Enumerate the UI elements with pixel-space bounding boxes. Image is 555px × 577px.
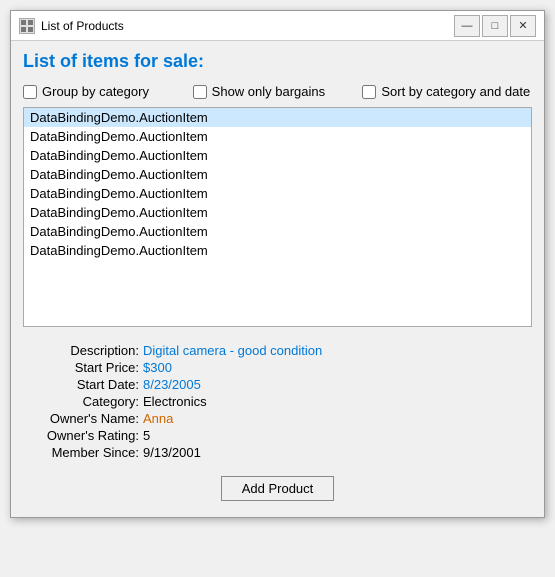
show-only-bargains-label: Show only bargains xyxy=(212,84,325,99)
title-bar-left: List of Products xyxy=(19,18,124,34)
maximize-button[interactable]: □ xyxy=(482,15,508,37)
products-list[interactable]: DataBindingDemo.AuctionItemDataBindingDe… xyxy=(23,107,532,327)
checkboxes-row: Group by category Show only bargains Sor… xyxy=(23,84,532,99)
window-content: List of items for sale: Group by categor… xyxy=(11,41,544,517)
title-bar: List of Products — □ ✕ xyxy=(11,11,544,41)
close-button[interactable]: ✕ xyxy=(510,15,536,37)
start-date-label: Start Date: xyxy=(23,377,143,392)
window-icon xyxy=(19,18,35,34)
owners-rating-value: 5 xyxy=(143,428,532,443)
show-only-bargains-checkbox-item[interactable]: Show only bargains xyxy=(193,84,363,99)
group-by-category-checkbox-item[interactable]: Group by category xyxy=(23,84,193,99)
add-product-button[interactable]: Add Product xyxy=(221,476,335,501)
sort-by-category-and-date-checkbox-item[interactable]: Sort by category and date xyxy=(362,84,532,99)
list-item[interactable]: DataBindingDemo.AuctionItem xyxy=(24,165,531,184)
window-title: List of Products xyxy=(41,19,124,33)
window-controls: — □ ✕ xyxy=(454,15,536,37)
group-by-category-checkbox[interactable] xyxy=(23,85,37,99)
member-since-label: Member Since: xyxy=(23,445,143,460)
category-label: Category: xyxy=(23,394,143,409)
category-value: Electronics xyxy=(143,394,532,409)
list-item[interactable]: DataBindingDemo.AuctionItem xyxy=(24,108,531,127)
sort-by-category-and-date-checkbox[interactable] xyxy=(362,85,376,99)
member-since-value: 9/13/2001 xyxy=(143,445,532,460)
list-item[interactable]: DataBindingDemo.AuctionItem xyxy=(24,146,531,165)
owners-rating-label: Owner's Rating: xyxy=(23,428,143,443)
main-window: List of Products — □ ✕ List of items for… xyxy=(10,10,545,518)
list-item[interactable]: DataBindingDemo.AuctionItem xyxy=(24,241,531,260)
details-section: Description: Digital camera - good condi… xyxy=(23,337,532,468)
sort-by-category-and-date-label: Sort by category and date xyxy=(381,84,530,99)
list-item[interactable]: DataBindingDemo.AuctionItem xyxy=(24,127,531,146)
list-item[interactable]: DataBindingDemo.AuctionItem xyxy=(24,184,531,203)
group-by-category-label: Group by category xyxy=(42,84,149,99)
show-only-bargains-checkbox[interactable] xyxy=(193,85,207,99)
list-item[interactable]: DataBindingDemo.AuctionItem xyxy=(24,203,531,222)
button-row: Add Product xyxy=(23,468,532,507)
start-date-value: 8/23/2005 xyxy=(143,377,532,392)
start-price-value: $300 xyxy=(143,360,532,375)
minimize-button[interactable]: — xyxy=(454,15,480,37)
description-value: Digital camera - good condition xyxy=(143,343,532,358)
list-item[interactable]: DataBindingDemo.AuctionItem xyxy=(24,222,531,241)
owners-name-label: Owner's Name: xyxy=(23,411,143,426)
page-title: List of items for sale: xyxy=(23,51,532,72)
start-price-label: Start Price: xyxy=(23,360,143,375)
owners-name-value: Anna xyxy=(143,411,532,426)
description-label: Description: xyxy=(23,343,143,358)
